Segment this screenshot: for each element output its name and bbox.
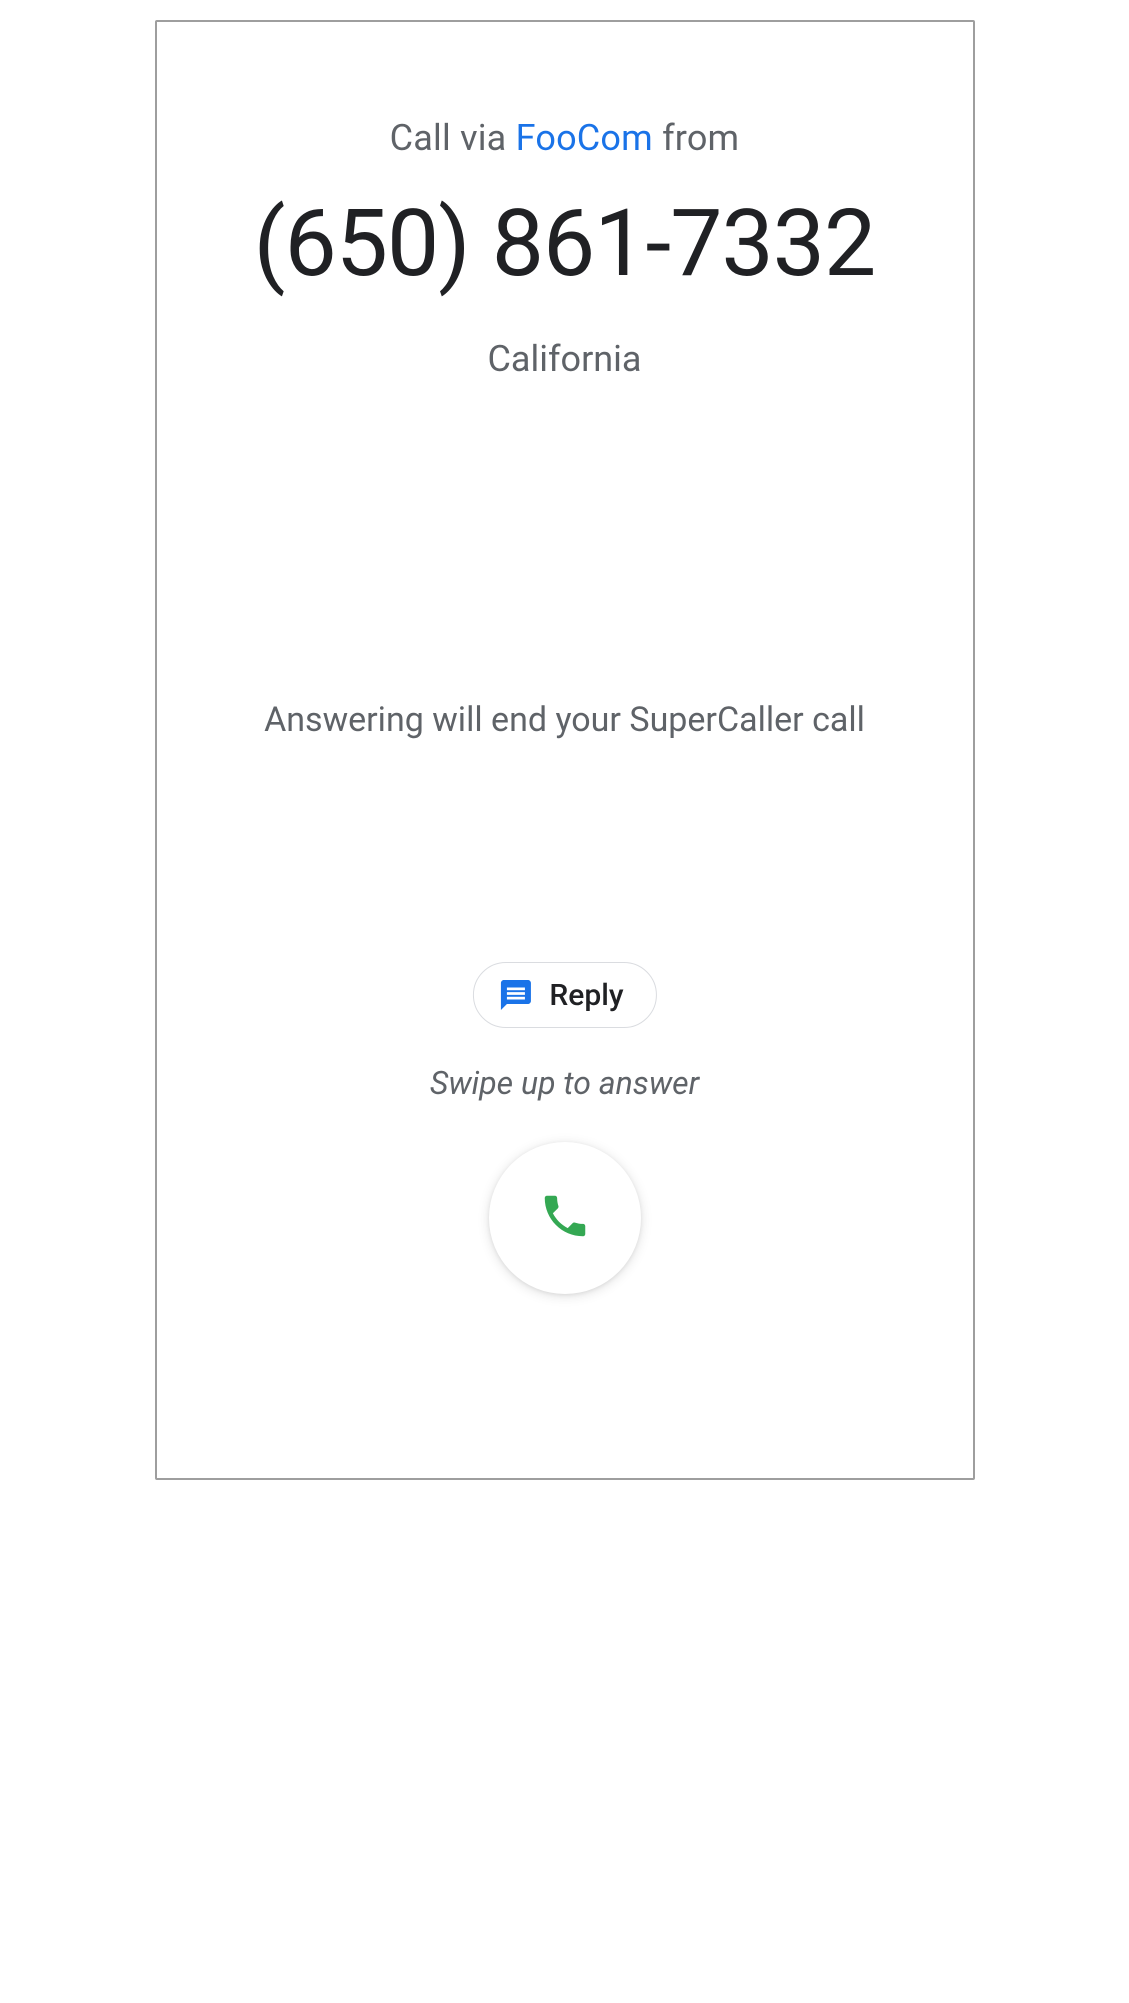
reply-button[interactable]: Reply [472,962,656,1028]
swipe-hint-text: Swipe up to answer [157,1064,973,1102]
reply-button-label: Reply [549,978,623,1013]
call-warning-text: Answering will end your SuperCaller call [157,700,973,740]
call-via-prefix: Call via [390,117,516,159]
incoming-call-screen: Call via FooCom from (650) 861-7332 Cali… [155,20,975,1480]
call-via-suffix: from [653,117,739,159]
message-icon [497,977,533,1013]
call-via-app-link[interactable]: FooCom [516,117,653,159]
caller-phone-number: (650) 861-7332 [254,197,876,290]
phone-icon [538,1189,592,1247]
call-header: Call via FooCom from (650) 861-7332 Cali… [157,22,973,380]
call-via-label: Call via FooCom from [390,117,740,159]
caller-location: California [488,338,642,380]
answer-call-button[interactable] [489,1142,641,1294]
